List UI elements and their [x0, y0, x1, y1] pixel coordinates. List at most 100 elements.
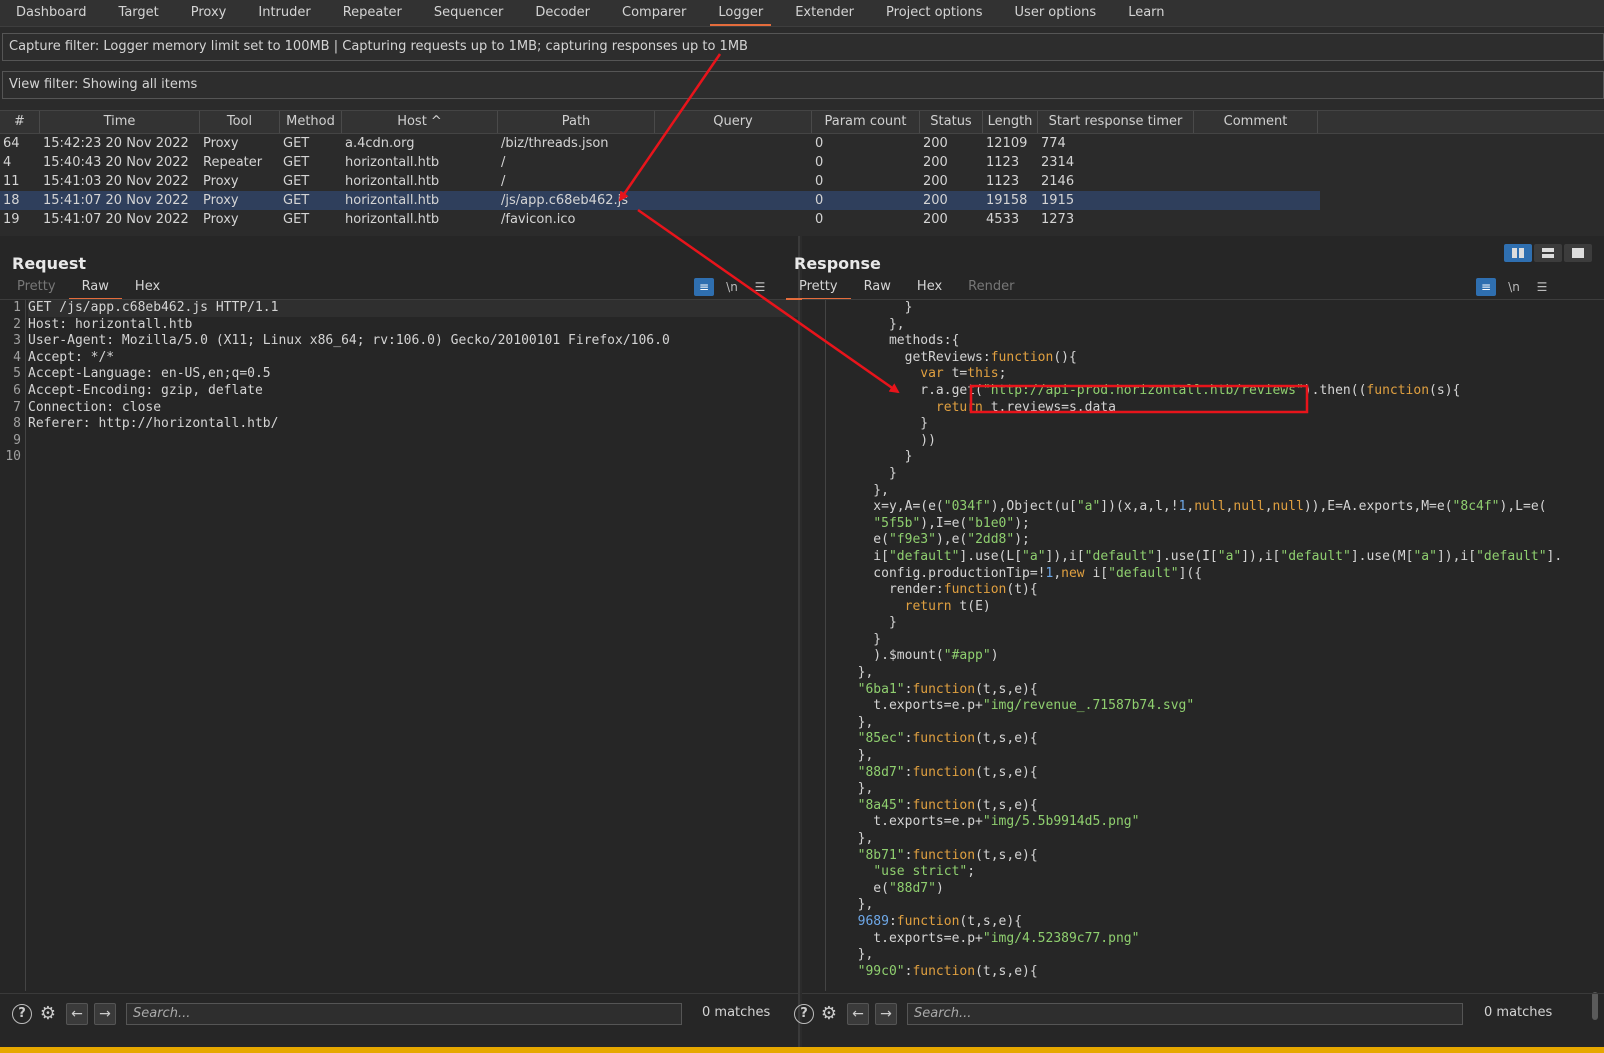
- table-cell: 200: [923, 212, 948, 227]
- table-cell: 1123: [986, 155, 1020, 170]
- top-tab-target[interactable]: Target: [103, 0, 175, 26]
- next-match-button[interactable]: →: [875, 1003, 897, 1025]
- table-empty-area: [1320, 134, 1604, 232]
- column-header[interactable]: Length: [983, 111, 1038, 133]
- table-cell: 1915: [1041, 193, 1075, 208]
- top-tab-learn[interactable]: Learn: [1112, 0, 1180, 26]
- window-bottom-border: [0, 1047, 1604, 1053]
- table-cell: [655, 172, 812, 191]
- response-panel: Response Pretty Raw Hex Render ≡ \n ☰ } …: [786, 236, 1604, 1053]
- request-line: User-Agent: Mozilla/5.0 (X11; Linux x86_…: [28, 333, 670, 349]
- column-header[interactable]: Host ^: [342, 111, 498, 133]
- table-cell: /: [501, 155, 506, 170]
- table-cell: [655, 210, 812, 229]
- table-cell: GET: [283, 136, 310, 151]
- top-tab-proxy[interactable]: Proxy: [175, 0, 243, 26]
- table-cell: 0: [815, 136, 824, 151]
- column-header[interactable]: Time: [40, 111, 200, 133]
- help-icon[interactable]: ?: [794, 1004, 814, 1024]
- response-code[interactable]: } }, methods:{ getReviews:function(){ va…: [842, 300, 1594, 980]
- column-header[interactable]: Status: [920, 111, 983, 133]
- table-cell: 200: [923, 174, 948, 189]
- split-vertical-icon[interactable]: [1534, 244, 1562, 262]
- table-cell: 0: [815, 212, 824, 227]
- column-header[interactable]: Query: [655, 111, 812, 133]
- newline-toggle-icon[interactable]: \n: [1504, 278, 1524, 296]
- view-filter-bar[interactable]: View filter: Showing all items: [2, 71, 1604, 99]
- top-tab-comparer[interactable]: Comparer: [606, 0, 702, 26]
- response-tabs: Pretty Raw Hex Render: [786, 276, 1027, 300]
- help-icon[interactable]: ?: [12, 1004, 32, 1024]
- top-tab-user-options[interactable]: User options: [999, 0, 1113, 26]
- menu-icon[interactable]: ☰: [750, 278, 770, 296]
- request-title: Request: [12, 254, 87, 273]
- response-tab-raw[interactable]: Raw: [851, 276, 904, 300]
- request-line: Connection: close: [28, 399, 162, 415]
- gear-icon[interactable]: ⚙: [819, 1004, 839, 1024]
- table-cell: 200: [923, 155, 948, 170]
- top-tab-project-options[interactable]: Project options: [870, 0, 999, 26]
- top-tab-sequencer[interactable]: Sequencer: [418, 0, 519, 26]
- response-editor[interactable]: } }, methods:{ getReviews:function(){ va…: [802, 300, 1604, 1020]
- table-cell: 19: [3, 212, 20, 227]
- top-tab-extender[interactable]: Extender: [779, 0, 870, 26]
- table-cell: [1194, 134, 1318, 153]
- previous-match-button[interactable]: ←: [66, 1003, 88, 1025]
- column-header[interactable]: Start response timer: [1038, 111, 1194, 133]
- response-tab-hex[interactable]: Hex: [904, 276, 955, 300]
- single-view-icon[interactable]: [1564, 244, 1592, 262]
- response-title: Response: [794, 254, 881, 273]
- line-number: 8: [13, 416, 21, 432]
- column-header[interactable]: #: [0, 111, 40, 133]
- request-line: Referer: http://horizontall.htb/: [28, 416, 279, 432]
- table-cell: [655, 153, 812, 172]
- request-search-input[interactable]: Search...: [126, 1003, 682, 1025]
- capture-filter-bar[interactable]: Capture filter: Logger memory limit set …: [2, 33, 1604, 61]
- line-number: 3: [13, 333, 21, 349]
- next-match-button[interactable]: →: [94, 1003, 116, 1025]
- column-header[interactable]: Method: [280, 111, 342, 133]
- table-cell: Proxy: [203, 193, 239, 208]
- table-cell: 200: [923, 193, 948, 208]
- top-tab-decoder[interactable]: Decoder: [519, 0, 606, 26]
- top-tab-repeater[interactable]: Repeater: [327, 0, 418, 26]
- request-tab-pretty[interactable]: Pretty: [4, 276, 69, 300]
- response-tab-render[interactable]: Render: [955, 276, 1027, 300]
- table-cell: 4533: [986, 212, 1020, 227]
- table-cell: [1194, 191, 1318, 210]
- line-number: 7: [13, 399, 21, 415]
- newline-toggle-icon[interactable]: \n: [722, 278, 742, 296]
- table-cell: 1123: [986, 174, 1020, 189]
- split-horizontal-icon[interactable]: [1504, 244, 1532, 262]
- request-line: Accept-Language: en-US,en;q=0.5: [28, 366, 271, 382]
- request-editor[interactable]: 1 2 3 4 5 6 7 8 9 10 GET /js/app.c68eb462.js HTTP…: [0, 300, 798, 991]
- line-number-gutter: 1 2 3 4 5 6 7 8 9 10: [0, 300, 26, 991]
- top-tab-dashboard[interactable]: Dashboard: [0, 0, 103, 26]
- column-header[interactable]: Path: [498, 111, 655, 133]
- request-code[interactable]: GET /js/app.c68eb462.js HTTP/1.1 Host: ho…: [28, 300, 798, 466]
- column-header[interactable]: Param count: [812, 111, 920, 133]
- response-tab-pretty[interactable]: Pretty: [786, 276, 851, 300]
- request-search-bar: ? ⚙ ← → Search... 0 matches: [0, 993, 798, 1033]
- response-search-bar: ? ⚙ ← → Search... 0 matches: [794, 993, 1604, 1033]
- top-tab-logger[interactable]: Logger: [702, 0, 779, 26]
- previous-match-button[interactable]: ←: [847, 1003, 869, 1025]
- table-cell: 15:41:07 20 Nov 2022: [43, 212, 189, 227]
- response-search-input[interactable]: Search...: [907, 1003, 1463, 1025]
- line-number-gutter: [802, 300, 826, 991]
- table-cell: horizontall.htb: [345, 155, 440, 170]
- logger-table: # Time Tool Method Host ^ Path Query Param coun…: [0, 110, 1604, 232]
- wrap-lines-icon[interactable]: ≡: [694, 278, 714, 296]
- request-tabs: Pretty Raw Hex: [4, 276, 173, 300]
- gear-icon[interactable]: ⚙: [38, 1004, 58, 1024]
- request-tab-raw[interactable]: Raw: [68, 276, 123, 300]
- column-header[interactable]: Tool: [200, 111, 280, 133]
- wrap-lines-icon[interactable]: ≡: [1476, 278, 1496, 296]
- request-tab-hex[interactable]: Hex: [122, 276, 173, 300]
- top-tab-intruder[interactable]: Intruder: [242, 0, 326, 26]
- table-cell: 15:42:23 20 Nov 2022: [43, 136, 189, 151]
- menu-icon[interactable]: ☰: [1532, 278, 1552, 296]
- table-cell: /biz/threads.json: [501, 136, 609, 151]
- column-header[interactable]: Comment: [1194, 111, 1318, 133]
- line-number: 2: [13, 316, 21, 332]
